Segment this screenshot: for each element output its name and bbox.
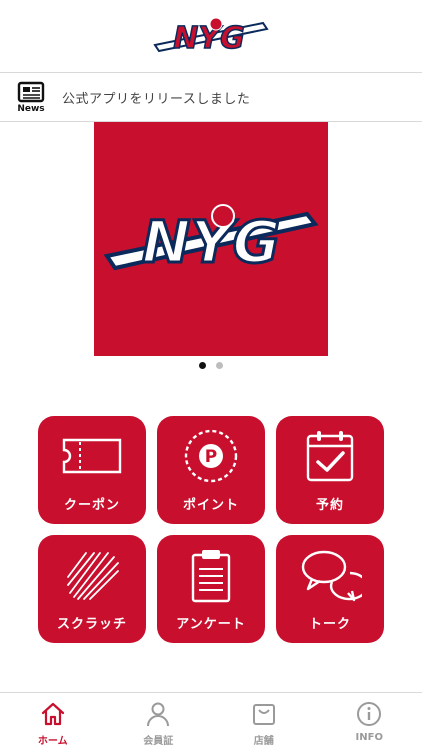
tab-shop[interactable]: 店舗 xyxy=(211,693,317,750)
tab-shop-label: 店舗 xyxy=(253,736,274,747)
scratch-icon xyxy=(67,552,119,600)
point-icon: P xyxy=(184,429,238,483)
svg-text:P: P xyxy=(205,447,217,467)
app-header: NYG xyxy=(0,0,422,72)
scratch-button[interactable]: スクラッチ xyxy=(38,535,146,643)
tab-member-card-label: 会員証 xyxy=(143,736,174,747)
point-label: ポイント xyxy=(182,498,239,513)
info-icon xyxy=(357,702,382,726)
carousel-dot-2[interactable] xyxy=(216,362,223,369)
point-button[interactable]: P ポイント xyxy=(157,416,265,524)
person-icon xyxy=(147,702,170,727)
ticket-icon xyxy=(62,438,122,474)
tab-home-label: ホーム xyxy=(37,736,68,747)
news-icon: News xyxy=(8,74,54,120)
brand-logo: NYG xyxy=(153,17,269,57)
clipboard-icon xyxy=(191,550,231,603)
scratch-label: スクラッチ xyxy=(56,617,127,632)
survey-label: アンケート xyxy=(176,617,246,632)
calendar-check-icon xyxy=(306,431,354,482)
tab-info[interactable]: INFO xyxy=(317,693,422,750)
home-icon xyxy=(41,702,64,726)
news-headline[interactable]: 公式アプリをリリースしました xyxy=(62,88,250,107)
talk-label: トーク xyxy=(308,617,351,632)
news-icon-label: News xyxy=(17,103,45,114)
tab-info-label: INFO xyxy=(355,732,383,743)
banner-logo-text: NYG xyxy=(142,208,280,276)
carousel-pagination xyxy=(0,362,422,374)
tab-home[interactable]: ホーム xyxy=(0,693,106,750)
carousel-dot-1[interactable] xyxy=(199,362,206,369)
bottom-tab-bar: ホーム 会員証 店舗 INFO xyxy=(0,692,422,750)
talk-button[interactable]: トーク xyxy=(276,535,384,643)
brand-logo-text: NYG xyxy=(173,21,244,56)
survey-button[interactable]: アンケート xyxy=(157,535,265,643)
chat-bubbles-icon xyxy=(301,550,362,602)
banner-slide[interactable]: NYG xyxy=(94,122,328,356)
tab-member-card[interactable]: 会員証 xyxy=(106,693,212,750)
reservation-button[interactable]: 予約 xyxy=(276,416,384,524)
news-ticker[interactable]: News 公式アプリをリリースしました xyxy=(0,72,422,122)
coupon-button[interactable]: クーポン xyxy=(38,416,146,524)
banner-logo: NYG xyxy=(103,204,319,278)
reservation-label: 予約 xyxy=(315,498,344,513)
coupon-label: クーポン xyxy=(63,498,120,513)
shop-icon xyxy=(252,704,275,725)
